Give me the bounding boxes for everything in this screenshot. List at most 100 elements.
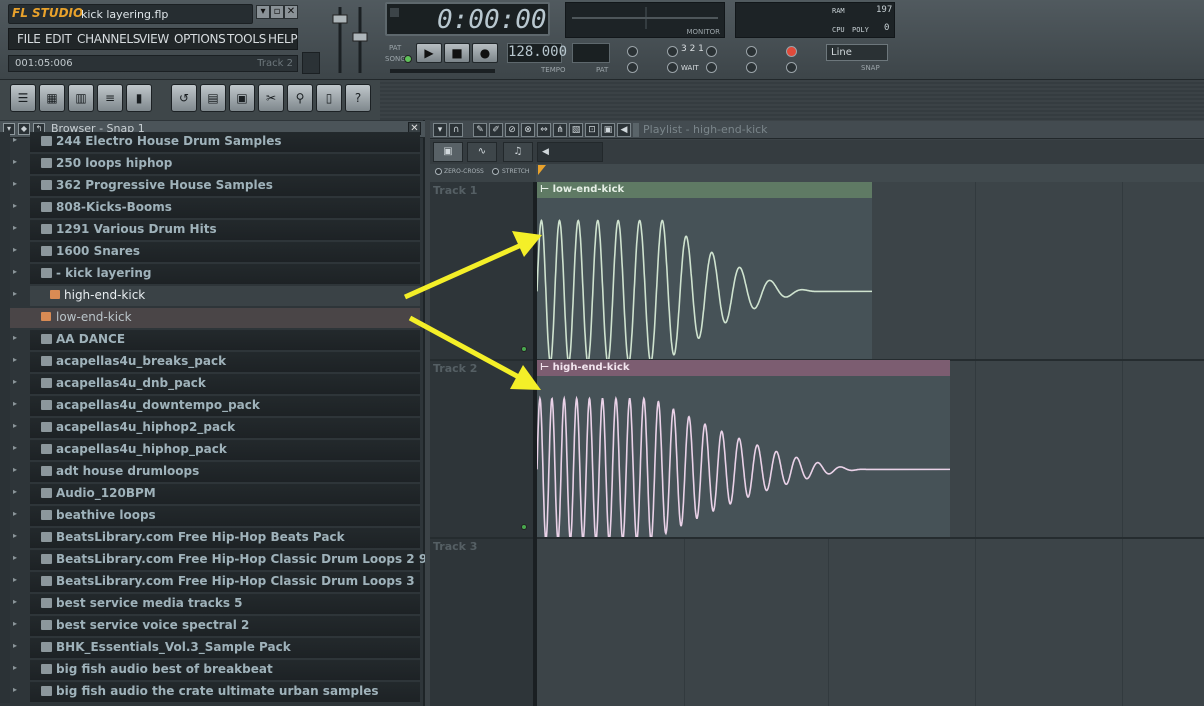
stretch-radio[interactable] (492, 168, 499, 175)
clip-title[interactable]: ⊢ low-end-kick (537, 182, 872, 198)
menu-edit[interactable]: EDIT (45, 32, 72, 46)
browser-item[interactable]: ▸ Audio_120BPM (0, 483, 425, 505)
select-tool-icon[interactable]: ▧ (569, 123, 583, 137)
option-toggle-loop-record[interactable] (786, 46, 797, 57)
restore-button[interactable]: ▫ (270, 5, 284, 19)
playlist-menu-icon[interactable]: ▾ (433, 123, 447, 137)
browser-item[interactable]: ▸ adt house drumloops (0, 461, 425, 483)
browser-item[interactable]: ▸ best service media tracks 5 (0, 593, 425, 615)
slice-tool-icon[interactable]: ⋔ (553, 123, 567, 137)
expand-arrow-icon[interactable]: ▸ (13, 465, 17, 474)
expand-arrow-icon[interactable]: ▸ (13, 619, 17, 628)
stop-button[interactable]: ■ (444, 43, 470, 63)
speaker-icon[interactable]: ◀ (617, 123, 631, 137)
browser-item[interactable]: ▸ acapellas4u_dnb_pack (0, 373, 425, 395)
clip-high-end-kick[interactable]: ⊢ high-end-kick (536, 360, 951, 543)
browser-item[interactable]: ▸ big fish audio the crate ultimate urban… (0, 681, 425, 703)
close-button[interactable]: ✕ (284, 5, 298, 19)
cut-icon[interactable]: ✂ (258, 84, 284, 112)
draw-tool-icon[interactable]: ✎ (473, 123, 487, 137)
search-icon[interactable]: ⚲ (287, 84, 313, 112)
browser-item[interactable]: ▸ acapellas4u_hiphop_pack (0, 439, 425, 461)
browser-item[interactable]: ▸ BHK_Essentials_Vol.3_Sample Pack (0, 637, 425, 659)
browser-item[interactable]: ▸ BeatsLibrary.com Free Hip-Hop Classic D… (0, 571, 425, 593)
expand-arrow-icon[interactable]: ▸ (13, 531, 17, 540)
tab-scroll[interactable]: ◀ (537, 142, 603, 162)
browser-item[interactable]: ▸ BeatsLibrary.com Free Hip-Hop Beats Pac… (0, 527, 425, 549)
song-position-slider[interactable] (390, 69, 495, 73)
browser-item[interactable]: ▸ acapellas4u_breaks_pack (0, 351, 425, 373)
tab-patterns[interactable]: ▣ (433, 142, 463, 162)
browser-item[interactable]: ▸ best service voice spectral 2 (0, 615, 425, 637)
expand-arrow-icon[interactable]: ▸ (13, 421, 17, 430)
expand-arrow-icon[interactable]: ▸ (13, 267, 17, 276)
help-icon[interactable]: ? (345, 84, 371, 112)
browser-item[interactable]: ▸ BeatsLibrary.com Free Hip-Hop Classic D… (0, 549, 425, 571)
menu-help[interactable]: HELP (268, 32, 298, 46)
record-button[interactable]: ● (472, 43, 498, 63)
save-icon[interactable]: ▣ (229, 84, 255, 112)
expand-arrow-icon[interactable]: ▸ (13, 487, 17, 496)
expand-arrow-icon[interactable]: ▸ (13, 245, 17, 254)
browser-item[interactable]: ▸ beathive loops (0, 505, 425, 527)
expand-arrow-icon[interactable]: ▸ (13, 223, 17, 232)
slip-tool-icon[interactable]: ⇔ (537, 123, 551, 137)
expand-arrow-icon[interactable]: ▸ (13, 333, 17, 342)
timeline-ruler[interactable] (536, 164, 1204, 182)
piano-roll-icon[interactable]: ▥ (68, 84, 94, 112)
option-toggle-blend[interactable] (627, 62, 638, 73)
zero-cross-radio[interactable] (435, 168, 442, 175)
expand-arrow-icon[interactable]: ▸ (13, 289, 17, 298)
expand-arrow-icon[interactable]: ▸ (13, 597, 17, 606)
online-icon[interactable] (302, 52, 320, 74)
expand-arrow-icon[interactable]: ▸ (13, 201, 17, 210)
expand-arrow-icon[interactable]: ▸ (13, 663, 17, 672)
browser-item[interactable]: ▸ 808-Kicks-Booms (0, 197, 425, 219)
track-name-3[interactable]: Track 3 (433, 540, 477, 553)
playback-tool-icon[interactable]: ▣ (601, 123, 615, 137)
clip-low-end-kick[interactable]: ⊢ low-end-kick (536, 182, 873, 364)
browser-item[interactable]: ▸ acapellas4u_hiphop2_pack (0, 417, 425, 439)
menu-view[interactable]: VIEW (139, 32, 169, 46)
play-button[interactable]: ▶ (416, 43, 442, 63)
track-2-led[interactable] (521, 524, 527, 530)
pat-mode-label[interactable]: PAT (389, 44, 401, 52)
song-mode-label[interactable]: SONG (385, 55, 406, 63)
expand-arrow-icon[interactable]: ▸ (13, 399, 17, 408)
option-toggle-typing[interactable] (706, 62, 717, 73)
browser-item[interactable]: ▸ big fish audio best of breakbeat (0, 659, 425, 681)
browser-item[interactable]: ▸ high-end-kick (0, 285, 425, 307)
master-sliders[interactable] (330, 3, 375, 77)
menu-tools[interactable]: TOOLS (227, 32, 266, 46)
expand-arrow-icon[interactable]: ▸ (13, 509, 17, 518)
playlist-view-icon[interactable]: ☰ (10, 84, 36, 112)
browser-item[interactable]: ▸ 1600 Snares (0, 241, 425, 263)
undo-icon[interactable]: ↺ (171, 84, 197, 112)
expand-arrow-icon[interactable]: ▸ (13, 157, 17, 166)
option-toggle-multilink[interactable] (786, 62, 797, 73)
option-toggle-wait[interactable] (667, 62, 678, 73)
info-icon[interactable]: ▯ (316, 84, 342, 112)
snap-magnet-icon[interactable]: ∩ (449, 123, 463, 137)
song-mode-led[interactable] (404, 55, 412, 63)
snap-select[interactable]: Line (826, 44, 888, 61)
clip-title[interactable]: ⊢ high-end-kick (537, 360, 950, 376)
delete-tool-icon[interactable]: ⊘ (505, 123, 519, 137)
browser-item[interactable]: ▸ 250 loops hiphop (0, 153, 425, 175)
browser-item[interactable]: ▸low-end-kick (0, 307, 425, 329)
browser-item[interactable]: ▸ 1291 Various Drum Hits (0, 219, 425, 241)
browser-icon[interactable]: ≡ (97, 84, 123, 112)
expand-arrow-icon[interactable]: ▸ (13, 135, 17, 144)
expand-arrow-icon[interactable]: ▸ (13, 355, 17, 364)
option-toggle-scroll[interactable] (746, 62, 757, 73)
mute-tool-icon[interactable]: ⊗ (521, 123, 535, 137)
tempo-display[interactable]: 128.000 (507, 43, 567, 63)
browser-item[interactable]: ▸ AA DANCE (0, 329, 425, 351)
zoom-tool-icon[interactable]: ⊡ (585, 123, 599, 137)
browser-item[interactable]: ▸ 362 Progressive House Samples (0, 175, 425, 197)
step-sequencer-icon[interactable]: ▦ (39, 84, 65, 112)
menu-options[interactable]: OPTIONS (174, 32, 226, 46)
expand-arrow-icon[interactable]: ▸ (13, 575, 17, 584)
expand-arrow-icon[interactable]: ▸ (13, 685, 17, 694)
browser-item[interactable]: ▸ 244 Electro House Drum Samples (0, 132, 425, 153)
